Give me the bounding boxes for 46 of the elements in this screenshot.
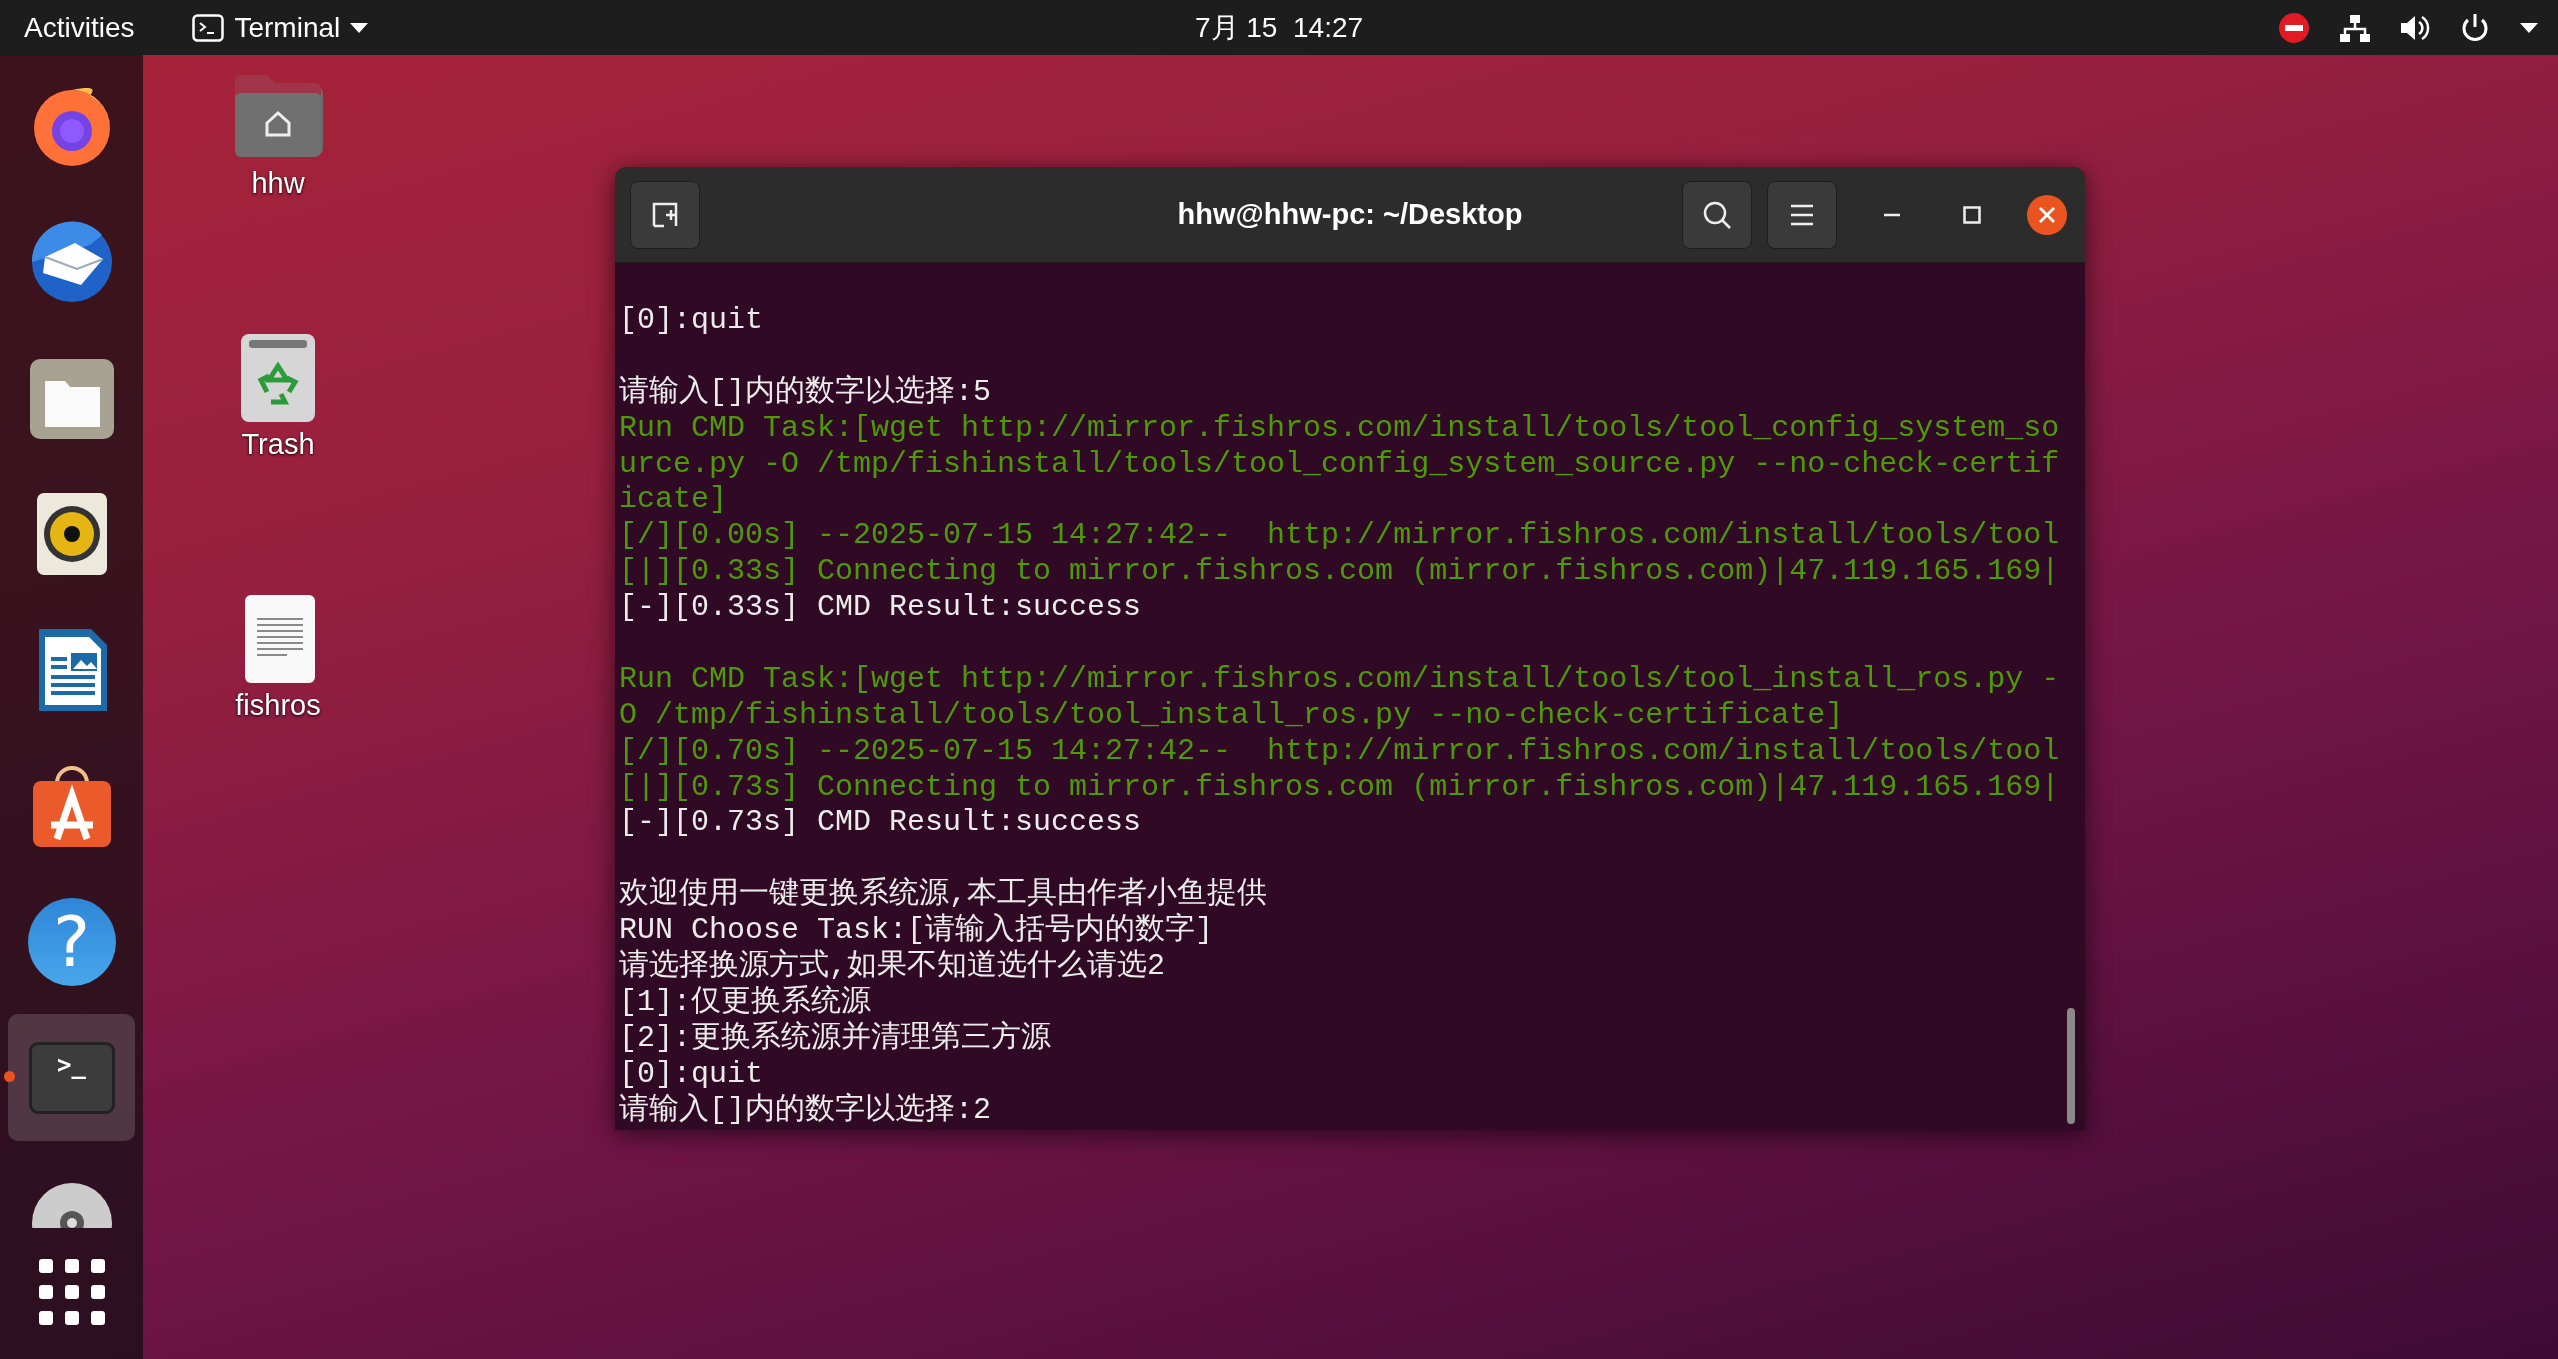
help-icon: ? [27,897,116,986]
terminal-line: [0]:quit [619,303,765,339]
terminal-line: [/][0.70s] --2025-07-15 14:27:42-- http://mirror.fishros.com/install/tools/tool [619,733,2061,770]
terminal-line: RUN Choose Task:[请输入括号内的数字] [619,913,1215,948]
terminal-line: [|][0.73s] Connecting to mirror.fishros.com (mirror.fishros.com)|47.119.165.169| [619,769,2061,806]
desktop-icon-label[interactable]: Trash [241,428,315,461]
app-menu[interactable]: Terminal [192,11,369,44]
grid-icon [38,1259,105,1325]
terminal-icon: >_ [28,1041,115,1114]
app-grid-button[interactable] [38,1259,105,1328]
terminal-icon [192,13,225,42]
search-icon [1702,199,1732,230]
terminal-line: urce.py -O /tmp/fishinstall/tools/tool_config_system_source.py --no-check-certif [619,446,2061,483]
terminal-line: [/][0.00s] --2025-07-15 14:27:42-- http://mirror.fishros.com/install/tools/tool [619,518,2061,555]
maximize-icon [1963,205,1981,224]
activities-button[interactable]: Activities [24,11,135,44]
terminal-line: Run CMD Task:[wget http://mirror.fishros.com/install/tools/tool_config_system_so [619,410,2061,447]
terminal-line: 欢迎使用一键更换系统源,本工具由作者小鱼提供 [619,877,1268,912]
terminal-line: [0]:quit [619,1056,765,1093]
network-icon [2340,13,2370,42]
search-button[interactable] [1682,180,1752,249]
terminal-line: Run CMD Task:[wget http://mirror.fishros.com/install/tools/tool_install_ros.py - [619,661,2061,698]
caret-icon [350,22,369,33]
terminal-line: [1]:仅更换系统源 [619,984,872,1021]
power-icon [2460,12,2490,43]
terminal-line: 请输入[]内的数字以选择:2 [619,1092,992,1129]
do-not-disturb-icon [2278,11,2310,44]
menu-button[interactable] [1767,180,1837,249]
clock[interactable]: 7月 15 14:27 [1194,8,1364,47]
terminal-line: [-][0.33s] CMD Result:success [619,590,1143,626]
close-icon [2038,205,2056,224]
minimize-icon [1884,212,1900,217]
window-title: hhw@hhw-pc: ~/Desktop [1177,198,1523,231]
desktop-icon-label[interactable]: fishros [235,689,321,722]
terminal-line: icate] [619,482,729,519]
close-button[interactable] [2027,194,2067,235]
terminal-line: [|][0.33s] Connecting to mirror.fishros.com (mirror.fishros.com)|47.119.165.169| [619,554,2061,591]
terminal-line: 请输入[]内的数字以选择:5 [619,374,992,411]
desktop-icon-label[interactable]: hhw [251,167,305,200]
scrollbar[interactable] [2067,1008,2075,1124]
terminal-line: [-][0.73s] CMD Result:success [619,805,1143,842]
new-tab-button[interactable] [630,180,700,249]
terminal-line: 请选择换源方式,如果不知道选什么请选2 [619,949,1166,985]
terminal-line: O /tmp/fishinstall/tools/tool_install_ros.py --no-check-certificate] [619,697,1845,734]
caret-icon [2520,22,2538,33]
terminal-line: [2]:更换系统源并清理第三方源 [619,1020,1052,1057]
